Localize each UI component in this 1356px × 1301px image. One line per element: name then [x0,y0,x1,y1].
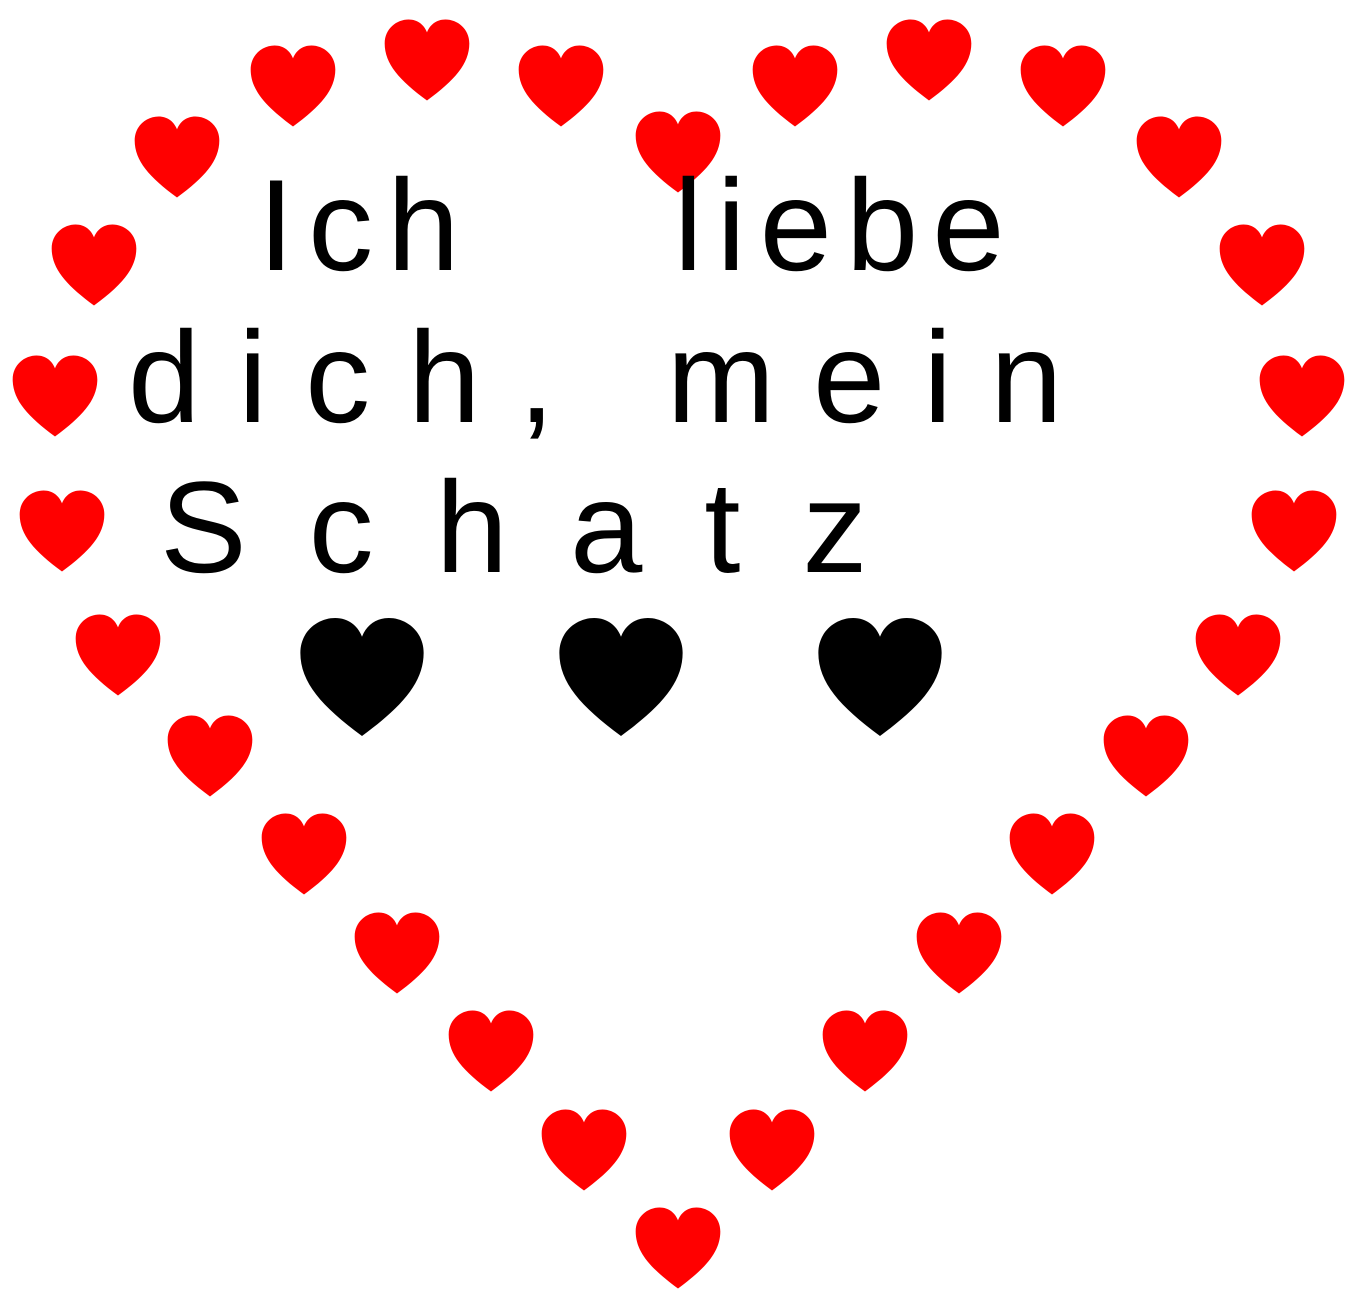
heart-icon [1248,485,1340,577]
heart-icon [632,1202,724,1294]
heart-icon [381,14,473,106]
heart-icon [515,40,607,132]
heart-icon [726,1104,818,1196]
heart-icon [554,612,688,742]
heart-icon [131,111,223,203]
heart-icon [351,907,443,999]
message-line-2: dich, mein [128,304,1101,450]
heart-icon [1133,111,1225,203]
heart-icon [1100,710,1192,802]
love-message-canvas: Ich liebe dich, mein Schatz [0,0,1356,1301]
heart-icon [258,808,350,900]
heart-icon [247,40,339,132]
heart-icon [913,907,1005,999]
heart-icon [9,350,101,442]
heart-icon [1216,219,1308,311]
heart-icon [819,1005,911,1097]
heart-icon [295,612,429,742]
message-line-1: Ich liebe [258,152,1019,298]
heart-icon [883,14,975,106]
message-line-3: Schatz [160,454,930,600]
heart-icon [48,219,140,311]
heart-icon [1192,609,1284,701]
heart-icon [1017,40,1109,132]
heart-icon [72,609,164,701]
heart-icon [16,485,108,577]
heart-icon [538,1104,630,1196]
heart-icon [164,710,256,802]
heart-icon [1256,350,1348,442]
heart-icon [749,40,841,132]
heart-icon [1006,808,1098,900]
heart-icon [445,1005,537,1097]
heart-icon [813,612,947,742]
